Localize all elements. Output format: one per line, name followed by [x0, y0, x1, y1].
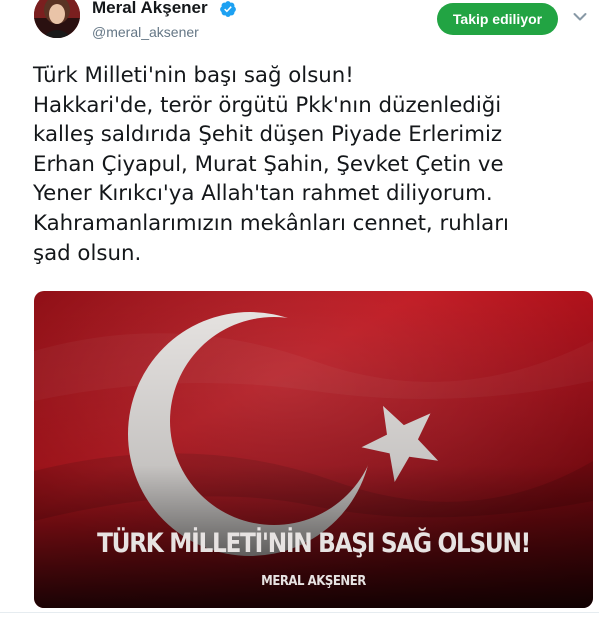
chevron-down-icon[interactable] [573, 12, 587, 22]
divider [0, 612, 599, 613]
tweet-text: Türk Milleti'nin başı sağ olsun! Hakkari… [33, 63, 509, 266]
media-signature: MERAL AKŞENER [261, 574, 366, 589]
user-handle[interactable]: @meral_aksener [92, 24, 199, 40]
avatar[interactable] [34, 0, 80, 38]
display-name[interactable]: Meral Akşener [92, 0, 208, 18]
tweet-media-image[interactable]: TÜRK MİLLETİ'NİN BAŞI SAĞ OLSUN! MERAL A… [34, 291, 593, 608]
verified-badge-icon [220, 1, 236, 17]
tweet-card: Meral Akşener @meral_aksener Takip edili… [0, 0, 599, 617]
avatar-image [34, 0, 80, 38]
tweet-header: Meral Akşener @meral_aksener Takip edili… [0, 0, 599, 60]
following-button[interactable]: Takip ediliyor [437, 3, 558, 35]
turkish-flag-image [34, 291, 593, 608]
media-headline: TÜRK MİLLETİ'NİN BAŞI SAĞ OLSUN! [97, 528, 531, 559]
